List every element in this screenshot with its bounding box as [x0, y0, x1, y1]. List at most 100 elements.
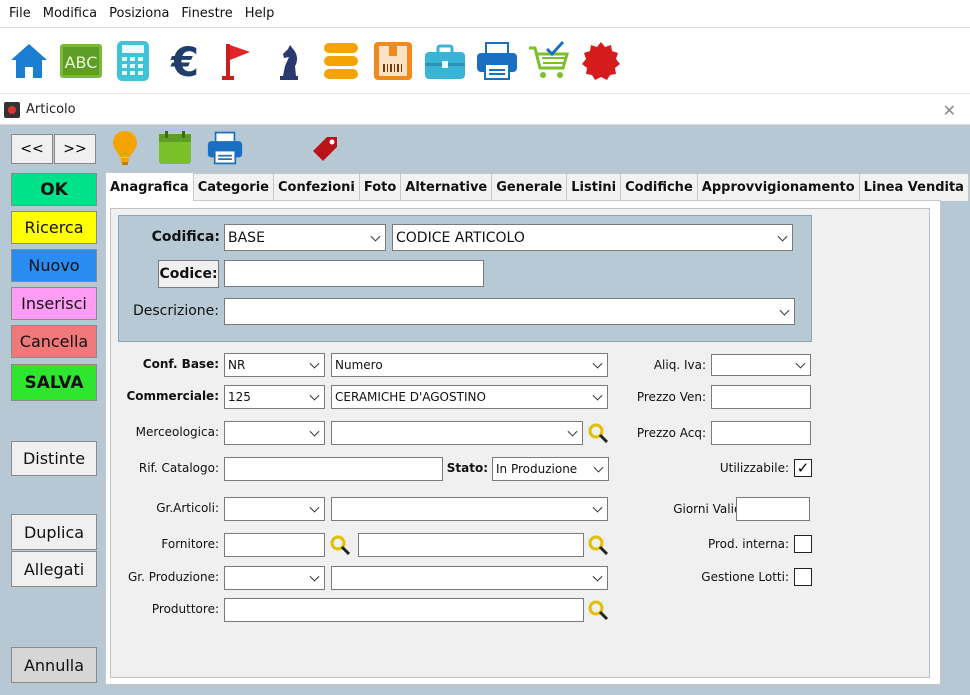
chevron-down-icon: [309, 571, 320, 582]
window-app-icon: [4, 101, 20, 118]
gr-produzione-desc-select[interactable]: [331, 566, 608, 590]
codice-button[interactable]: Codice:: [158, 260, 219, 288]
commerciale-desc-select[interactable]: CERAMICHE D'AGOSTINO: [331, 385, 608, 409]
stato-select[interactable]: In Produzione: [492, 457, 609, 481]
stato-label: Stato:: [446, 461, 488, 475]
menu-posiziona[interactable]: Posiziona: [103, 6, 175, 21]
giorni-validita-input[interactable]: [736, 497, 810, 521]
conf-base-code: NR: [228, 358, 246, 372]
distinte-button[interactable]: Distinte: [11, 441, 97, 476]
nuovo-button[interactable]: Nuovo: [11, 249, 97, 282]
aliq-iva-select[interactable]: [711, 354, 811, 376]
previous-record-button[interactable]: <<: [11, 134, 53, 164]
conf-base-desc: Numero: [335, 358, 383, 372]
utilizzabile-label: Utilizzabile:: [719, 461, 789, 475]
chess-knight-icon[interactable]: [266, 38, 312, 84]
cancella-button[interactable]: Cancella: [11, 325, 97, 358]
abc-board-icon[interactable]: ABC: [58, 38, 104, 84]
search-icon[interactable]: [587, 599, 609, 621]
conf-base-label: Conf. Base:: [142, 357, 219, 371]
menu-bar: File Modifica Posiziona Finestre Help: [0, 0, 970, 28]
home-icon[interactable]: [6, 38, 52, 84]
annulla-button[interactable]: Annulla: [11, 647, 97, 683]
merceologica-desc-select[interactable]: [331, 421, 583, 445]
tab-confezioni[interactable]: Confezioni: [272, 173, 360, 201]
gr-produzione-label: Gr. Produzione:: [127, 570, 219, 584]
chevron-down-icon: [592, 358, 603, 369]
chevron-down-icon: [593, 462, 604, 473]
toolbox-icon[interactable]: [422, 38, 468, 84]
database-stack-icon[interactable]: [318, 38, 364, 84]
prezzo-ven-input[interactable]: [711, 385, 811, 409]
price-tag-icon[interactable]: [308, 128, 342, 168]
seal-badge-icon[interactable]: [578, 38, 624, 84]
barcode-box-icon[interactable]: [370, 38, 416, 84]
tab-codifiche[interactable]: Codifiche: [620, 173, 698, 201]
utilizzabile-checkbox[interactable]: ✓: [794, 459, 812, 477]
tab-listini[interactable]: Listini: [566, 173, 622, 201]
conf-base-desc-select[interactable]: Numero: [331, 353, 608, 377]
lightbulb-icon[interactable]: [110, 128, 140, 168]
tab-generale[interactable]: Generale: [491, 173, 568, 201]
euro-icon[interactable]: €: [162, 38, 208, 84]
shopping-cart-check-icon[interactable]: [526, 38, 572, 84]
tab-anagrafica[interactable]: Anagrafica: [105, 172, 194, 201]
allegati-button[interactable]: Allegati: [11, 551, 97, 587]
svg-text:ABC: ABC: [65, 53, 98, 72]
inserisci-button[interactable]: Inserisci: [11, 287, 97, 320]
chevron-down-icon: [309, 358, 320, 369]
menu-modifica[interactable]: Modifica: [37, 6, 103, 21]
codifica-type-value: CODICE ARTICOLO: [396, 229, 525, 246]
duplica-button[interactable]: Duplica: [11, 514, 97, 550]
main-toolbar: ABC €: [0, 28, 970, 94]
prezzo-acq-input[interactable]: [711, 421, 811, 445]
descrizione-select[interactable]: [224, 298, 795, 325]
ok-button[interactable]: OK: [11, 173, 97, 206]
menu-finestre[interactable]: Finestre: [175, 6, 238, 21]
calendar-icon[interactable]: [157, 128, 193, 168]
search-icon[interactable]: [587, 422, 609, 444]
prezzo-ven-label: Prezzo Ven:: [636, 390, 706, 404]
menu-file[interactable]: File: [3, 6, 37, 21]
gr-articoli-label: Gr.Articoli:: [156, 501, 219, 515]
rif-catalogo-input[interactable]: [224, 457, 443, 481]
codifica-type-select[interactable]: CODICE ARTICOLO: [392, 224, 793, 251]
codifica-select[interactable]: BASE: [224, 224, 386, 251]
salva-button[interactable]: SALVA: [11, 364, 97, 401]
commerciale-code-select[interactable]: 125: [224, 385, 325, 409]
stato-value: In Produzione: [496, 462, 578, 476]
merceologica-code-select[interactable]: [224, 421, 325, 445]
chevron-down-icon: [309, 502, 320, 513]
print-icon[interactable]: [206, 128, 244, 168]
conf-base-code-select[interactable]: NR: [224, 353, 325, 377]
gr-produzione-code-select[interactable]: [224, 566, 325, 590]
gr-articoli-desc-select[interactable]: [331, 497, 608, 521]
tab-foto[interactable]: Foto: [358, 173, 402, 201]
gr-articoli-code-select[interactable]: [224, 497, 325, 521]
fornitore-desc-input[interactable]: [358, 533, 584, 557]
printer-icon[interactable]: [474, 38, 520, 84]
prod-interna-checkbox[interactable]: [794, 535, 812, 553]
fornitore-code-input[interactable]: [224, 533, 325, 557]
produttore-input[interactable]: [224, 598, 584, 622]
flag-icon[interactable]: [214, 38, 260, 84]
menu-help[interactable]: Help: [239, 6, 281, 21]
codice-input[interactable]: [224, 260, 484, 287]
tab-approvvigionamento[interactable]: Approvvigionamento: [696, 173, 860, 201]
tab-categorie[interactable]: Categorie: [192, 173, 274, 201]
commerciale-desc: CERAMICHE D'AGOSTINO: [335, 390, 486, 404]
commerciale-code: 125: [228, 390, 251, 404]
calculator-icon[interactable]: [110, 38, 156, 84]
merceologica-label: Merceologica:: [135, 425, 219, 439]
tab-alternative[interactable]: Alternative: [400, 173, 493, 201]
next-record-button[interactable]: >>: [54, 134, 96, 164]
ricerca-button[interactable]: Ricerca: [11, 211, 97, 244]
close-icon[interactable]: ✕: [943, 101, 956, 120]
search-icon[interactable]: [587, 534, 609, 556]
gestione-lotti-checkbox[interactable]: [794, 568, 812, 586]
tab-linea-vendita[interactable]: Linea Vendita: [858, 173, 969, 201]
chevron-down-icon: [567, 426, 578, 437]
descrizione-label: Descrizione:: [132, 303, 219, 319]
codifica-label: Codifica:: [151, 229, 220, 245]
search-icon[interactable]: [329, 534, 351, 556]
